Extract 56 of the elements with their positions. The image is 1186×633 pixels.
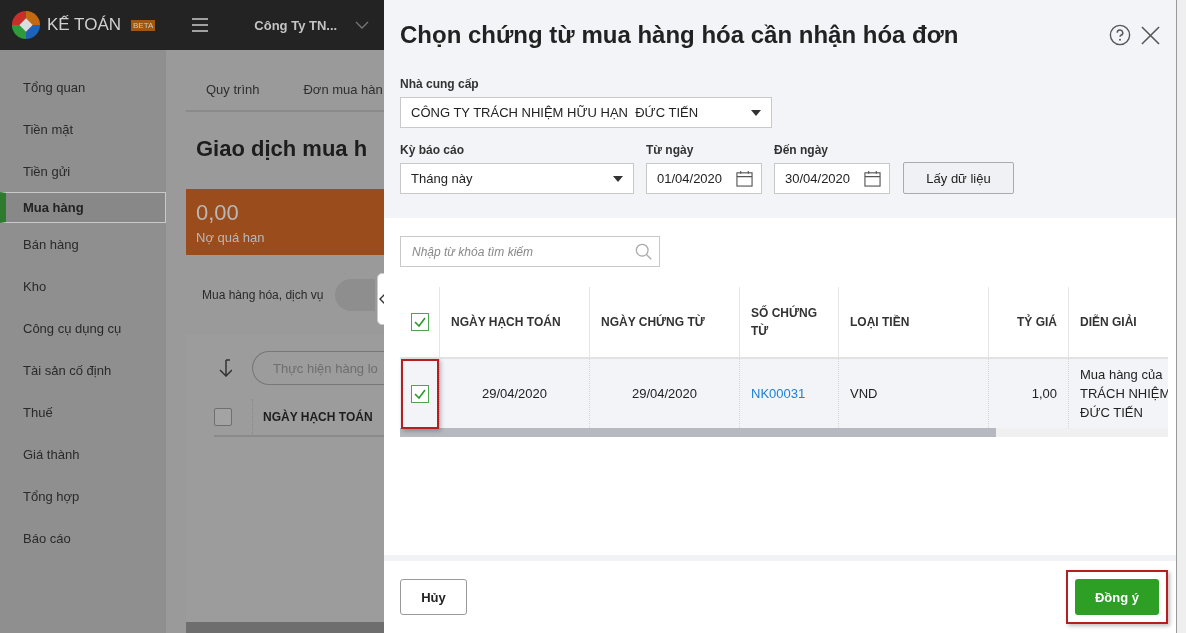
sidebar-item[interactable]: Thuế	[0, 391, 166, 433]
menu-icon[interactable]	[192, 18, 209, 32]
field-label: Đến ngày	[774, 143, 829, 157]
field-label: Từ ngày	[646, 143, 695, 157]
tab[interactable]: Quy trình	[206, 82, 260, 110]
calendar-icon[interactable]	[864, 170, 881, 187]
sidebar-item[interactable]: Tài sản cố định	[0, 349, 166, 391]
sidebar-item[interactable]: Tiền gửi	[0, 150, 166, 192]
sort-icon[interactable]	[216, 359, 232, 377]
document-link[interactable]: NK00031	[751, 386, 806, 401]
checkbox[interactable]	[410, 313, 429, 331]
caret-icon	[751, 109, 761, 116]
field-label: Nhà cung cấp	[400, 77, 480, 91]
help-icon[interactable]	[1109, 24, 1131, 46]
fetch-data-button[interactable]: Lấy dữ liệu	[903, 162, 1014, 194]
sidebar-item[interactable]: Kho	[0, 265, 166, 307]
sidebar-item[interactable]: Tiền mặt	[0, 108, 166, 150]
date-field[interactable]: 01/04/2020	[646, 163, 762, 194]
filter-label: Mua hàng hóa, dịch vụ	[202, 288, 324, 302]
column-header: NGÀY CHỨNG TỪ	[590, 287, 740, 357]
sidebar-item[interactable]: Giá thành	[0, 433, 166, 475]
dialog-title: Chọn chứng từ mua hàng hóa cần nhận hóa đơn	[400, 21, 960, 49]
search-field[interactable]: Nhập từ khóa tìm kiếm	[400, 236, 660, 267]
card-label: Nợ quá hạn	[196, 229, 266, 245]
column-header: LOẠI TIỀN	[839, 287, 989, 357]
date-field[interactable]: 30/04/2020	[774, 163, 890, 194]
sidebar-item[interactable]: Tổng hợp	[0, 475, 166, 517]
sidebar-item[interactable]: Mua hàng	[0, 192, 166, 223]
period-dropdown[interactable]: Tháng này	[400, 163, 634, 194]
close-icon[interactable]	[1141, 25, 1160, 45]
column-header: TỶ GIÁ	[989, 287, 1069, 357]
amount: 0,00	[196, 199, 240, 226]
tab[interactable]: Đơn mua hàn	[303, 82, 383, 110]
sidebar-item[interactable]: Bán hàng	[0, 223, 166, 265]
supplier-dropdown[interactable]: CÔNG TY TRÁCH NHIỆM HỮU HẠN ĐỨC TIẾN	[400, 97, 772, 128]
checkbox[interactable]	[410, 384, 429, 403]
checkbox[interactable]	[214, 408, 232, 426]
sidebar-item[interactable]: Công cụ dụng cụ	[0, 307, 166, 349]
column-header: NGÀY HẠCH TOÁN	[440, 287, 590, 357]
column-header: SỐ CHỨNG TỪ	[740, 287, 839, 357]
page-title: Giao dịch mua h	[195, 135, 369, 163]
column-header: NGÀY HẠCH TOÁN	[252, 399, 373, 435]
calendar-icon[interactable]	[736, 170, 753, 187]
chevron-down-icon[interactable]	[355, 21, 370, 29]
sidebar-item[interactable]: Tổng quan	[0, 66, 166, 108]
horizontal-scrollbar[interactable]	[400, 428, 1168, 437]
cancel-button[interactable]: Hủy	[400, 579, 467, 615]
logo-icon	[11, 10, 41, 40]
app-name: KẾ TOÁN	[47, 15, 121, 35]
beta-badge: BETA	[131, 19, 156, 31]
sidebar-item[interactable]: Báo cáo	[0, 517, 166, 559]
caret-icon	[613, 175, 623, 182]
confirm-button[interactable]: Đồng ý	[1075, 579, 1159, 615]
company-selector[interactable]: Công Ty TN...	[254, 17, 338, 33]
column-header: DIỄN GIẢI	[1079, 313, 1138, 331]
field-label: Kỳ báo cáo	[400, 143, 466, 157]
